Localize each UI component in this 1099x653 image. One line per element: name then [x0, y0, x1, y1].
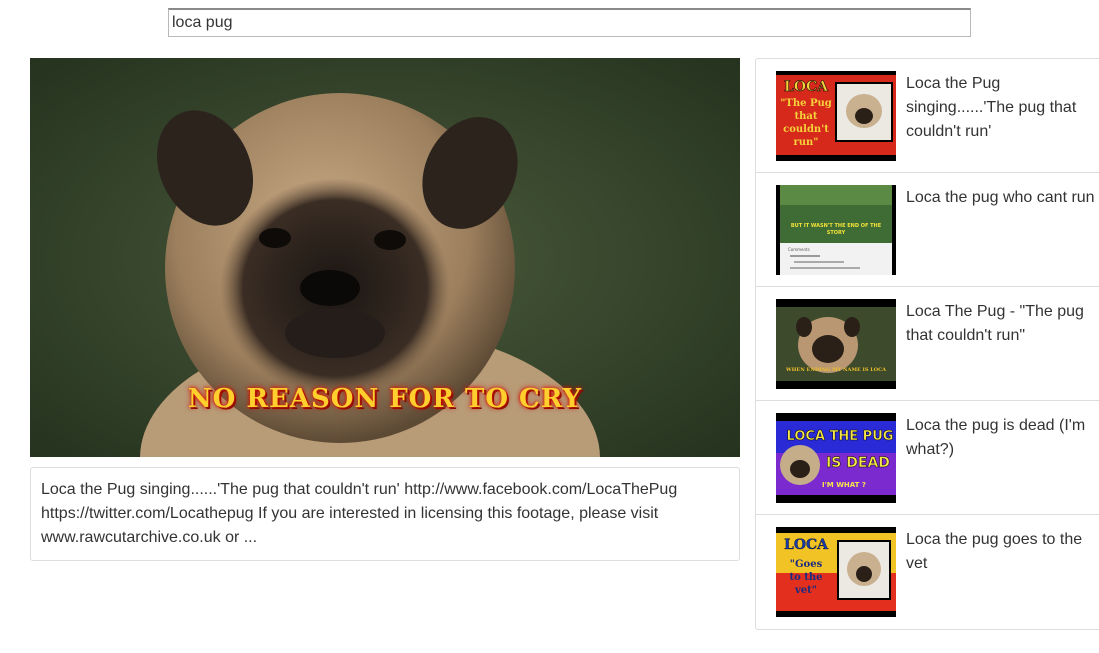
video-thumbnail[interactable]: BUT IT WASN'T THE END OF THE STORY Comme… [776, 185, 896, 275]
video-subtitle: NO REASON FOR TO CRY [187, 384, 583, 414]
thumb-label: I'M WHAT ? [822, 481, 866, 489]
video-thumbnail[interactable]: WHEN ENDING MY NAME IS LOCA [776, 299, 896, 389]
thumb-label: vet" [794, 585, 817, 596]
video-description: Loca the Pug singing......'The pug that … [30, 467, 740, 561]
related-video-item[interactable]: LOCA "The Pug that couldn't run" Loca th… [755, 58, 1099, 173]
search-bar [168, 8, 971, 37]
related-video-title[interactable]: Loca The Pug - "The pug that couldn't ru… [906, 300, 1096, 348]
related-video-title[interactable]: Loca the pug is dead (I'm what?) [906, 414, 1096, 462]
search-input[interactable] [168, 8, 971, 37]
thumb-label: IS DEAD [826, 455, 890, 471]
thumb-label: Comments [788, 247, 810, 252]
related-video-title[interactable]: Loca the pug goes to the vet [906, 528, 1096, 576]
related-video-title[interactable]: Loca the Pug singing......'The pug that … [906, 72, 1096, 144]
video-player[interactable]: NO REASON FOR TO CRY [30, 58, 740, 457]
thumb-label: "Goes [790, 559, 823, 570]
video-title: Loca the Pug singing......'The pug that … [41, 481, 400, 498]
video-thumbnail[interactable]: LOCA "The Pug that couldn't run" [776, 71, 896, 161]
thumb-label: LOCA [784, 537, 829, 553]
related-videos-list: LOCA "The Pug that couldn't run" Loca th… [755, 58, 1099, 630]
thumb-label: LOCA THE PUG [787, 429, 894, 444]
thumb-label: STORY [827, 230, 846, 236]
thumb-label: that [795, 111, 818, 122]
thumb-label: WHEN ENDING MY NAME IS LOCA [785, 367, 886, 373]
thumb-label: to the [789, 572, 822, 583]
thumb-label: couldn't [783, 124, 829, 135]
related-video-title[interactable]: Loca the pug who cant run [906, 186, 1096, 210]
thumb-label: "The Pug [780, 98, 832, 109]
related-video-item[interactable]: BUT IT WASN'T THE END OF THE STORY Comme… [755, 172, 1099, 287]
thumb-label: LOCA [784, 79, 829, 95]
thumb-label: BUT IT WASN'T THE END OF THE [791, 223, 882, 229]
related-video-item[interactable]: LOCA THE PUG IS DEAD I'M WHAT ? Loca the… [755, 400, 1099, 515]
thumb-label: run" [793, 137, 818, 148]
related-video-item[interactable]: WHEN ENDING MY NAME IS LOCA Loca The Pug… [755, 286, 1099, 401]
video-thumbnail[interactable]: LOCA "Goes to the vet" [776, 527, 896, 617]
video-thumbnail[interactable]: LOCA THE PUG IS DEAD I'M WHAT ? [776, 413, 896, 503]
related-video-item[interactable]: LOCA "Goes to the vet" Loca the pug goes… [755, 514, 1099, 630]
